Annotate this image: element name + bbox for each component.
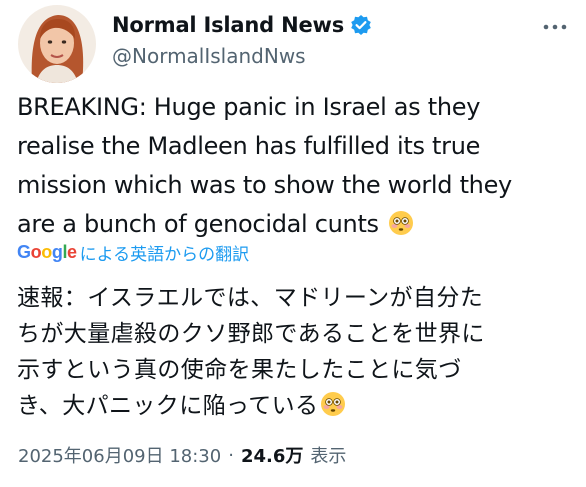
woman-portrait-avatar-icon bbox=[18, 5, 96, 83]
views-count[interactable]: 24.6万 bbox=[241, 442, 303, 468]
tweet-text: BREAKING: Huge panic in Israel as they r… bbox=[17, 88, 577, 244]
avatar[interactable] bbox=[18, 5, 96, 83]
verified-badge-icon bbox=[350, 14, 372, 36]
flushed-face-emoji-icon bbox=[320, 391, 346, 417]
translation-label[interactable]: による英語からの翻訳 bbox=[80, 240, 250, 265]
flushed-face-emoji-icon bbox=[388, 209, 414, 235]
tweet-timestamp[interactable]: 2025年06月09日 18:30 bbox=[18, 442, 221, 468]
translation-attribution-link[interactable]: Google による英語からの翻訳 bbox=[17, 240, 249, 265]
meta-separator: · bbox=[228, 444, 234, 466]
google-logo: Google bbox=[17, 242, 77, 262]
more-options-icon[interactable] bbox=[538, 13, 572, 41]
author-name-row[interactable]: Normal Island News bbox=[112, 13, 372, 37]
views-label: 表示 bbox=[310, 446, 347, 467]
tweet-meta: 2025年06月09日 18:30 · 24.6万 表示 bbox=[18, 442, 346, 468]
tweet-body: BREAKING: Huge panic in Israel as they r… bbox=[17, 93, 512, 238]
translated-body: 速報：イスラエルでは、マドリーンが自分た ちが大量虐殺のクソ野郎であることを世界… bbox=[17, 285, 485, 419]
author-handle[interactable]: @NormalIslandNws bbox=[112, 44, 306, 68]
author-display-name[interactable]: Normal Island News bbox=[112, 13, 344, 37]
translated-text: 速報：イスラエルでは、マドリーンが自分た ちが大量虐殺のクソ野郎であることを世界… bbox=[17, 280, 582, 424]
